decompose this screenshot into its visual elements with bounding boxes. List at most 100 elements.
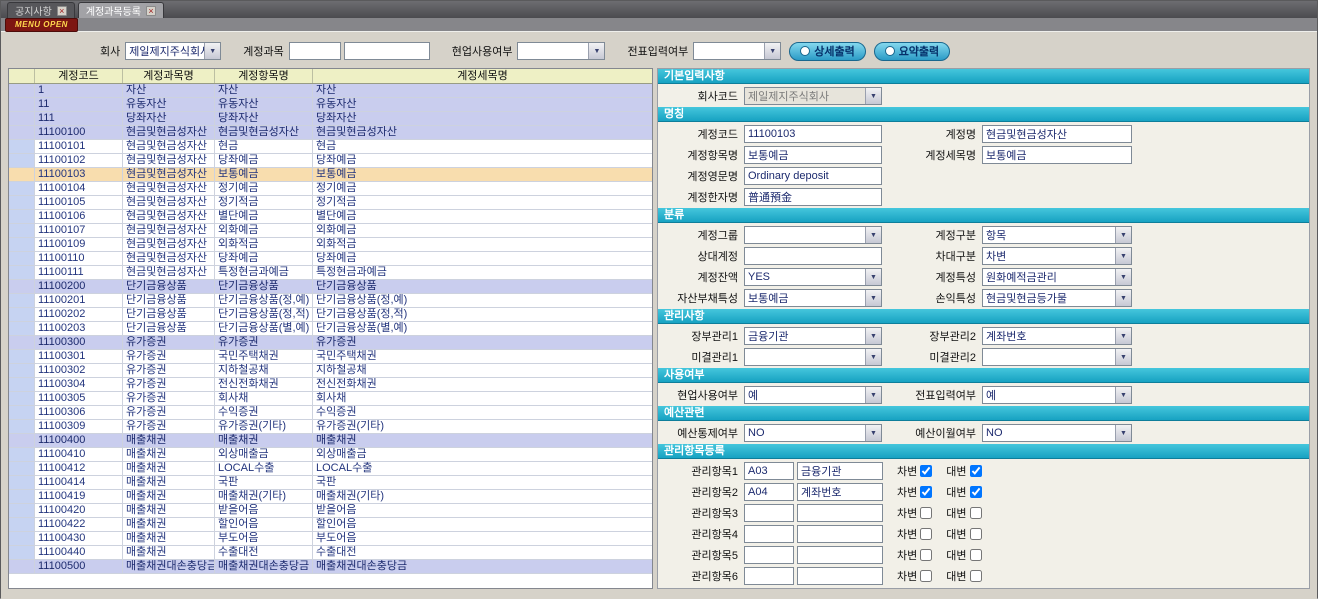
budget-carry-select[interactable]: NO ▼ <box>982 424 1132 442</box>
mgmt-item-code-input[interactable] <box>744 525 794 543</box>
debit-checkbox[interactable] <box>920 528 932 540</box>
table-row[interactable]: 1자산자산자산 <box>9 84 652 98</box>
table-row[interactable]: 11100414매출채권국판국판 <box>9 476 652 490</box>
table-row[interactable]: 11100309유가증권유가증권(기타)유가증권(기타) <box>9 420 652 434</box>
chevron-down-icon: ▼ <box>588 43 604 59</box>
table-row[interactable]: 11100420매출채권받을어음받을어음 <box>9 504 652 518</box>
table-row[interactable]: 11100304유가증권전신전화채권전신전화채권 <box>9 378 652 392</box>
credit-checkbox[interactable] <box>970 507 982 519</box>
debit-checkbox[interactable] <box>920 570 932 582</box>
mgmt-item-name-input[interactable] <box>797 483 883 501</box>
slip-filter-select[interactable]: ▼ <box>693 42 781 60</box>
table-row[interactable]: 111당좌자산당좌자산당좌자산 <box>9 112 652 126</box>
account-gubun-select[interactable]: 항목 ▼ <box>982 226 1132 244</box>
table-row[interactable]: 11100104현금및현금성자산정기예금정기예금 <box>9 182 652 196</box>
slip-yn-select[interactable]: 예 ▼ <box>982 386 1132 404</box>
table-row[interactable]: 11100302유가증권지하철공채지하철공채 <box>9 364 652 378</box>
summary-print-button[interactable]: 요약출력 <box>874 42 950 61</box>
table-row[interactable]: 11100105현금및현금성자산정기적금정기적금 <box>9 196 652 210</box>
account-code-input[interactable] <box>289 42 341 60</box>
company-select[interactable]: 제일제지주식회사 ▼ <box>125 42 221 60</box>
table-row[interactable]: 11100106현금및현금성자산별단예금별단예금 <box>9 210 652 224</box>
table-row[interactable]: 11100110현금및현금성자산당좌예금당좌예금 <box>9 252 652 266</box>
mgmt-item-code-input[interactable] <box>744 567 794 585</box>
trait-select[interactable]: 원화예적금관리 ▼ <box>982 268 1132 286</box>
detail-print-button[interactable]: 상세출력 <box>789 42 865 61</box>
table-row[interactable]: 11100422매출채권할인어음할인어음 <box>9 518 652 532</box>
account-code-field[interactable] <box>744 125 882 143</box>
mgmt-item-code-input[interactable] <box>744 504 794 522</box>
mgmt-item-name-input[interactable] <box>797 567 883 585</box>
contra-account-field[interactable] <box>744 247 882 265</box>
tab-account-registration[interactable]: 계정과목등록 × <box>78 2 164 18</box>
use-yn-select[interactable]: 예 ▼ <box>744 386 882 404</box>
table-row[interactable]: 11100111현금및현금성자산특정현금과예금특정현금과예금 <box>9 266 652 280</box>
mgmt-item-code-input[interactable] <box>744 483 794 501</box>
credit-checkbox[interactable] <box>970 528 982 540</box>
credit-checkbox[interactable] <box>970 549 982 561</box>
table-row[interactable]: 11100412매출채권LOCAL수출LOCAL수출 <box>9 462 652 476</box>
table-row[interactable]: 11100203단기금융상품단기금융상품(별,예)단기금융상품(별,예) <box>9 322 652 336</box>
debit-checkbox[interactable] <box>920 507 932 519</box>
table-row[interactable]: 11100430매출채권부도어음부도어음 <box>9 532 652 546</box>
use-filter-select[interactable]: ▼ <box>517 42 605 60</box>
tab-notice[interactable]: 공지사항 × <box>7 2 75 18</box>
table-row[interactable]: 11100101현금및현금성자산현금현금 <box>9 140 652 154</box>
table-row[interactable]: 11100400매출채권매출채권매출채권 <box>9 434 652 448</box>
table-row[interactable]: 11100440매출채권수출대전수출대전 <box>9 546 652 560</box>
mgmt-item-code-input[interactable] <box>744 546 794 564</box>
close-icon[interactable]: × <box>146 6 156 16</box>
table-row[interactable]: 11100410매출채권외상매출금외상매출금 <box>9 448 652 462</box>
account-english-field[interactable] <box>744 167 882 185</box>
table-row[interactable]: 11100201단기금융상품단기금융상품(정,예)단기금융상품(정,예) <box>9 294 652 308</box>
mgmt-item-name-input[interactable] <box>797 525 883 543</box>
table-row[interactable]: 11100202단기금융상품단기금융상품(정,적)단기금융상품(정,적) <box>9 308 652 322</box>
table-row[interactable]: 11100100현금및현금성자산현금및현금성자산현금및현금성자산 <box>9 126 652 140</box>
table-row[interactable]: 11100103현금및현금성자산보통예금보통예금 <box>9 168 652 182</box>
table-row[interactable]: 11100200단기금융상품단기금융상품단기금융상품 <box>9 280 652 294</box>
credit-checkbox[interactable] <box>970 570 982 582</box>
company-code-select[interactable]: 제일제지주식회사 ▼ <box>744 87 882 105</box>
debit-checkbox[interactable] <box>920 486 932 498</box>
debit-label: 차변 <box>897 547 917 563</box>
mgmt-item-name-input[interactable] <box>797 462 883 480</box>
debit-checkbox[interactable] <box>920 549 932 561</box>
balance-select[interactable]: YES ▼ <box>744 268 882 286</box>
account-group-select[interactable]: ▼ <box>744 226 882 244</box>
main-split: 계정코드 계정과목명 계정항목명 계정세목명 1자산자산자산11유동자산유동자산… <box>8 68 1310 589</box>
table-row[interactable]: 11100500매출채권대손충당금매출채권대손충당금매출채권대손충당금 <box>9 560 652 574</box>
table-row[interactable]: 11100109현금및현금성자산외화적금외화적금 <box>9 238 652 252</box>
table-row[interactable]: 11유동자산유동자산유동자산 <box>9 98 652 112</box>
mgmt-item-name-input[interactable] <box>797 504 883 522</box>
account-hanja-field[interactable] <box>744 188 882 206</box>
open1-select[interactable]: ▼ <box>744 348 882 366</box>
close-icon[interactable]: × <box>57 6 67 16</box>
cell-account-item: 당좌예금 <box>215 252 313 265</box>
credit-checkbox[interactable] <box>970 465 982 477</box>
mgmt-item-name-input[interactable] <box>797 546 883 564</box>
account-name-field[interactable] <box>982 125 1132 143</box>
table-row[interactable]: 11100300유가증권유가증권유가증권 <box>9 336 652 350</box>
account-detail-field[interactable] <box>982 146 1132 164</box>
mgmt-item-code-input[interactable] <box>744 462 794 480</box>
detail-panel: 기본입력사항 회사코드 제일제지주식회사 ▼ 명칭 계정코드 계정명 <box>657 68 1310 589</box>
budget-control-select[interactable]: NO ▼ <box>744 424 882 442</box>
debit-checkbox[interactable] <box>920 465 932 477</box>
book1-select[interactable]: 금융기관 ▼ <box>744 327 882 345</box>
drcr-select[interactable]: 차변 ▼ <box>982 247 1132 265</box>
company-code-value: 제일제지주식회사 <box>745 88 865 104</box>
book2-select[interactable]: 계좌번호 ▼ <box>982 327 1132 345</box>
table-row[interactable]: 11100305유가증권회사채회사채 <box>9 392 652 406</box>
table-row[interactable]: 11100102현금및현금성자산당좌예금당좌예금 <box>9 154 652 168</box>
table-row[interactable]: 11100301유가증권국민주택채권국민주택채권 <box>9 350 652 364</box>
table-row[interactable]: 11100306유가증권수익증권수익증권 <box>9 406 652 420</box>
menu-open-button[interactable]: MENU OPEN <box>5 18 78 32</box>
pl-trait-select[interactable]: 현금및현금등가물 ▼ <box>982 289 1132 307</box>
account-item-field[interactable] <box>744 146 882 164</box>
credit-checkbox[interactable] <box>970 486 982 498</box>
account-name-input[interactable] <box>344 42 430 60</box>
open2-select[interactable]: ▼ <box>982 348 1132 366</box>
asset-trait-select[interactable]: 보통예금 ▼ <box>744 289 882 307</box>
table-row[interactable]: 11100107현금및현금성자산외화예금외화예금 <box>9 224 652 238</box>
table-row[interactable]: 11100419매출채권매출채권(기타)매출채권(기타) <box>9 490 652 504</box>
